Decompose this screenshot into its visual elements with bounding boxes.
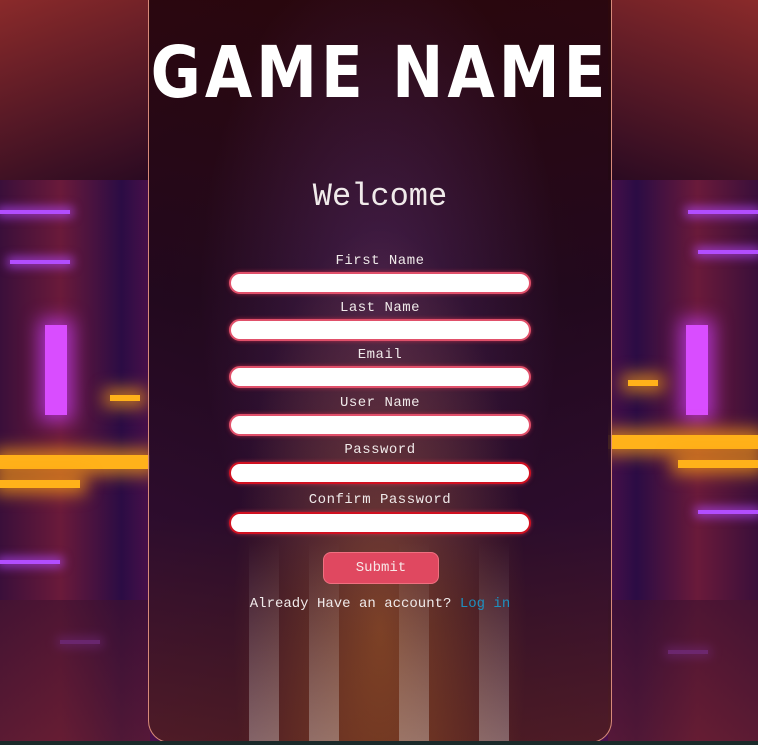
password-field[interactable] <box>229 462 531 484</box>
submit-button[interactable]: Submit <box>323 552 439 584</box>
email-field[interactable] <box>229 366 531 388</box>
confirm-password-field[interactable] <box>229 512 531 534</box>
first-name-label: First Name <box>335 253 425 269</box>
last-name-label: Last Name <box>339 300 421 316</box>
signup-panel: GAME NAME Welcome First Name Last Name E… <box>148 0 612 743</box>
username-label: User Name <box>339 395 421 411</box>
last-name-field[interactable] <box>229 319 531 341</box>
email-label: Email <box>357 347 403 363</box>
confirm-password-label: Confirm Password <box>308 492 452 508</box>
welcome-heading: Welcome <box>312 178 448 215</box>
first-name-field[interactable] <box>229 272 531 294</box>
right-corridor-decoration <box>608 0 758 745</box>
bottom-bar <box>0 741 758 745</box>
login-link[interactable]: Log in <box>460 596 510 612</box>
email-group: Email <box>229 347 531 388</box>
game-title: GAME NAME <box>150 32 610 115</box>
password-label: Password <box>344 442 416 458</box>
username-field[interactable] <box>229 414 531 436</box>
login-prompt-text: Already Have an account? <box>249 596 452 612</box>
password-group: Password <box>229 442 531 484</box>
left-corridor-decoration <box>0 0 150 745</box>
last-name-group: Last Name <box>229 300 531 341</box>
username-group: User Name <box>229 395 531 436</box>
first-name-group: First Name <box>229 253 531 294</box>
light-stripe <box>479 542 509 742</box>
confirm-password-group: Confirm Password <box>229 492 531 534</box>
light-stripe <box>249 542 279 742</box>
login-prompt: Already Have an account? Log in <box>149 596 611 612</box>
